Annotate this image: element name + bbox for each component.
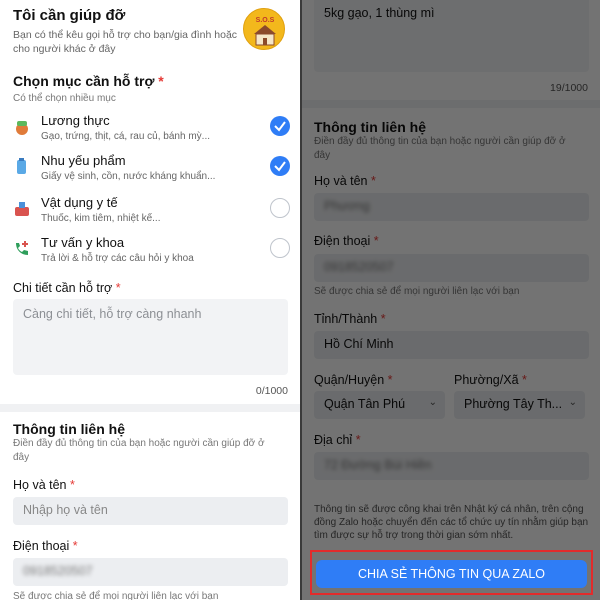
medical-supplies-icon <box>13 200 31 218</box>
supplies-icon <box>13 158 31 176</box>
phone-label: Điện thoại * <box>314 234 379 248</box>
contact-hint: Điền đầy đủ thông tin của bạn hoặc người… <box>314 136 566 161</box>
page-subtitle: Bạn có thể kêu gọi hỗ trợ cho bạn/gia đì… <box>13 29 238 55</box>
chevron-down-icon: ⌄ <box>568 397 577 408</box>
details-textarea-filled[interactable]: 5kg gạo, 1 thùng mì <box>314 0 589 72</box>
details-counter: 0/1000 <box>255 385 288 397</box>
section-divider <box>302 100 600 108</box>
ward-select[interactable]: Phường Tây Th... ⌄ <box>454 391 585 419</box>
checkbox-unchecked[interactable] <box>270 198 290 218</box>
category-desc: Trả lời & hỗ trợ các câu hỏi y khoa <box>41 253 194 264</box>
category-desc: Thuốc, kim tiêm, nhiệt kế... <box>41 213 161 224</box>
phone-input[interactable]: 0918520507 <box>13 558 288 586</box>
category-food[interactable]: Lương thực Gạo, trứng, thịt, cá, rau củ,… <box>13 113 290 151</box>
category-label: Nhu yếu phẩm <box>41 153 126 168</box>
page-title: Tôi cần giúp đỡ <box>13 7 126 24</box>
address-label: Địa chỉ * <box>314 433 361 447</box>
name-label: Họ và tên * <box>13 478 75 492</box>
contact-section-title: Thông tin liên hệ <box>13 421 125 437</box>
details-counter: 19/1000 <box>550 82 588 94</box>
province-input[interactable]: Hồ Chí Minh <box>314 331 589 359</box>
address-input[interactable]: 72 Đường Bùi Hiền <box>314 452 589 480</box>
district-select[interactable]: Quận Tân Phú ⌄ <box>314 391 445 419</box>
share-via-zalo-button[interactable]: CHIA SẺ THÔNG TIN QUA ZALO <box>316 560 587 588</box>
right-screen: 5kg gạo, 1 thùng mì 19/1000 Thông tin li… <box>302 0 600 600</box>
phone-hint: Sẽ được chia sẻ để mọi người liên lạc vớ… <box>13 591 219 600</box>
sos-house-icon: S.O.S <box>243 8 285 50</box>
address-value: 72 Đường Bùi Hiền <box>324 458 432 472</box>
contact-section-title: Thông tin liên hệ <box>314 119 426 135</box>
phone-hint: Sẽ được chia sẻ để mọi người liên lạc vớ… <box>314 286 520 297</box>
phone-value: 0918520507 <box>324 260 394 274</box>
category-medical-consult[interactable]: Tư vấn y khoa Trả lời & hỗ trợ các câu h… <box>13 235 290 273</box>
province-label: Tỉnh/Thành * <box>314 312 386 326</box>
chevron-down-icon: ⌄ <box>428 397 437 408</box>
district-value: Quận Tân Phú <box>324 397 406 411</box>
name-label: Họ và tên * <box>314 174 376 188</box>
category-label: Tư vấn y khoa <box>41 235 125 250</box>
phone-input[interactable]: 0918520507 <box>314 254 589 282</box>
details-label: Chi tiết cần hỗ trợ * <box>13 281 121 295</box>
food-icon <box>13 118 31 136</box>
phone-value: 0918520507 <box>23 564 93 578</box>
checkbox-unchecked[interactable] <box>270 238 290 258</box>
contact-hint: Điền đầy đủ thông tin của bạn hoặc người… <box>13 438 265 463</box>
name-input[interactable]: Nhập họ và tên <box>13 497 288 525</box>
section-divider <box>0 404 300 412</box>
category-label: Lương thực <box>41 113 110 128</box>
support-hint: Có thể chọn nhiều mục <box>13 93 116 104</box>
details-textarea[interactable]: Càng chi tiết, hỗ trợ càng nhanh <box>13 299 288 375</box>
support-section-title: Chọn mục cần hỗ trợ * <box>13 73 164 89</box>
category-supplies[interactable]: Nhu yếu phẩm Giấy vệ sinh, cồn, nước khá… <box>13 153 290 191</box>
medical-consult-icon <box>13 240 31 258</box>
name-input[interactable]: Phương <box>314 193 589 221</box>
name-value: Phương <box>324 199 370 213</box>
category-medical-supplies[interactable]: Vật dụng y tế Thuốc, kim tiêm, nhiệt kế.… <box>13 195 290 233</box>
privacy-note: Thông tin sẽ được công khai trên Nhật ký… <box>314 504 589 541</box>
ward-label: Phường/Xã * <box>454 373 527 387</box>
category-label: Vật dụng y tế <box>41 195 118 210</box>
category-desc: Gạo, trứng, thịt, cá, rau củ, bánh mỳ... <box>41 131 210 142</box>
sos-badge-text: S.O.S <box>256 17 275 24</box>
phone-label: Điện thoại * <box>13 539 78 553</box>
checkbox-checked[interactable] <box>270 116 290 136</box>
category-desc: Giấy vệ sinh, cồn, nước kháng khuẩn... <box>41 171 216 182</box>
checkbox-checked[interactable] <box>270 156 290 176</box>
ward-value: Phường Tây Th... <box>464 397 563 411</box>
district-label: Quận/Huyện * <box>314 373 393 387</box>
highlight-frame: CHIA SẺ THÔNG TIN QUA ZALO <box>310 550 593 595</box>
left-screen: Tôi cần giúp đỡ Bạn có thể kêu gọi hỗ tr… <box>0 0 300 600</box>
